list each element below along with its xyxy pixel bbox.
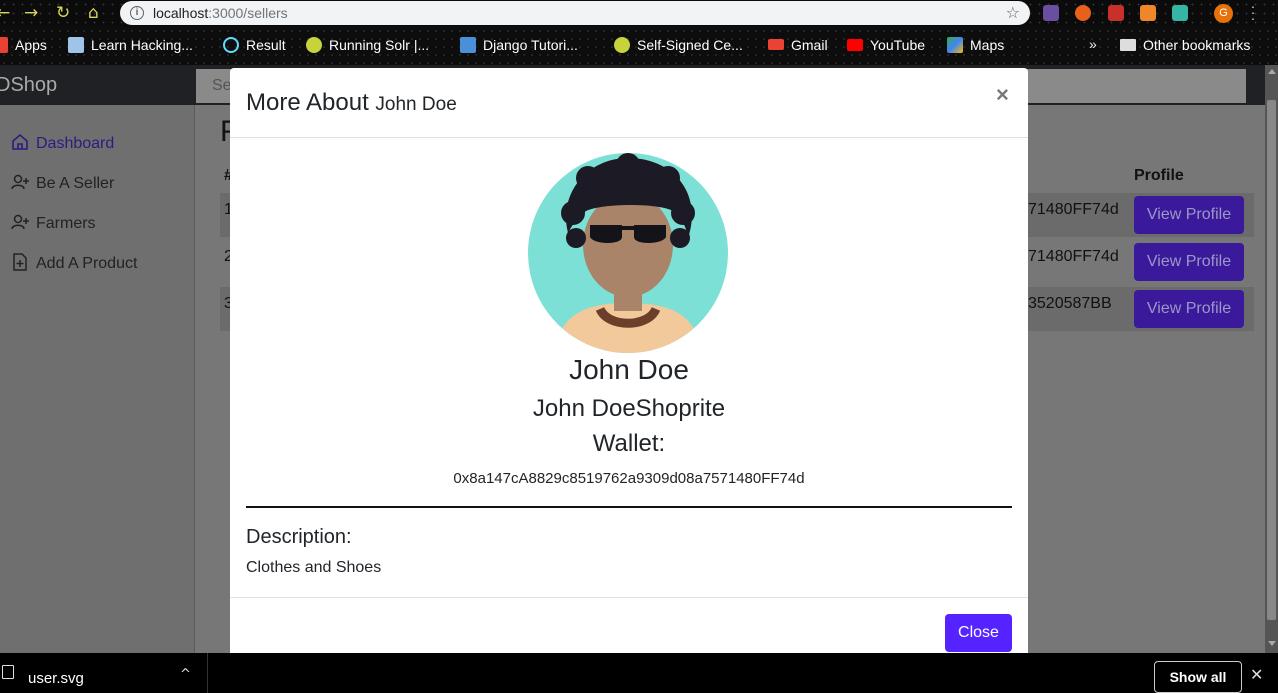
- chevron-up-icon[interactable]: ^: [180, 667, 191, 682]
- info-icon[interactable]: i: [130, 6, 144, 20]
- maps-icon: [947, 37, 963, 53]
- bookmark-running-solr[interactable]: Running Solr |...: [306, 37, 429, 53]
- scroll-up-arrow[interactable]: [1268, 69, 1276, 74]
- page-scrollbar[interactable]: [1265, 65, 1278, 653]
- download-filename: user.svg: [28, 670, 84, 687]
- folder-icon: [1120, 39, 1136, 51]
- profile-avatar[interactable]: G: [1214, 4, 1233, 23]
- browser-toolbar: ← → ↻ ⌂ i localhost:3000/sellers ☆ G · · ·: [0, 0, 1278, 27]
- sidebar-item-label: Be A Seller: [36, 175, 115, 192]
- scrollbar-thumb[interactable]: [1267, 100, 1276, 620]
- extension-icon[interactable]: [1108, 5, 1124, 21]
- view-profile-button[interactable]: View Profile: [1134, 196, 1244, 234]
- gmail-icon: [768, 39, 784, 50]
- bookmark-gmail[interactable]: Gmail: [768, 37, 828, 53]
- bookmark-youtube[interactable]: YouTube: [847, 37, 925, 53]
- react-icon: [223, 37, 239, 53]
- show-all-button[interactable]: Show all: [1154, 661, 1242, 693]
- globe-icon: [306, 37, 322, 53]
- bookmark-self-signed[interactable]: Self-Signed Ce...: [614, 37, 743, 53]
- url-text: localhost:3000/sellers: [153, 5, 288, 21]
- file-icon: [2, 665, 14, 679]
- youtube-icon: [847, 39, 863, 51]
- forward-button[interactable]: →: [24, 4, 38, 22]
- avatar: [528, 153, 728, 353]
- wallet-label: Wallet:: [592, 430, 666, 457]
- wallet-address: 0x8a147cA8829c8519762a9309d08a7571480FF7…: [453, 470, 805, 487]
- bookmarks-overflow-chevron[interactable]: »: [1089, 36, 1097, 52]
- bookmark-maps[interactable]: Maps: [947, 37, 1004, 53]
- back-button[interactable]: ←: [0, 4, 10, 22]
- user-plus-icon: [11, 174, 29, 190]
- reload-button[interactable]: ↻: [56, 4, 70, 22]
- sidebar-item-label: Add A Product: [36, 255, 138, 272]
- bookmarks-bar: Apps Learn Hacking... Result Running Sol…: [0, 27, 1278, 65]
- bookmark-apps[interactable]: Apps: [0, 37, 47, 53]
- shop-name: John DoeShoprite: [532, 395, 726, 422]
- row-wallet: 3520587BB: [1028, 295, 1112, 312]
- sidebar-item-farmers[interactable]: Farmers: [10, 212, 96, 236]
- page-icon: [68, 37, 84, 53]
- bookmark-star-icon[interactable]: ☆: [1006, 3, 1020, 22]
- view-profile-button[interactable]: View Profile: [1134, 290, 1244, 328]
- globe-icon: [614, 37, 630, 53]
- bookmark-django[interactable]: Django Tutori...: [460, 37, 578, 53]
- address-bar[interactable]: i localhost:3000/sellers ☆: [120, 1, 1030, 25]
- table-header-profile: Profile: [1134, 167, 1184, 184]
- sidebar-item-label: Farmers: [36, 215, 96, 232]
- sidebar-item-dashboard[interactable]: Dashboard: [10, 132, 114, 156]
- view-profile-button[interactable]: View Profile: [1134, 243, 1244, 281]
- metamask-extension-icon[interactable]: [1140, 5, 1156, 21]
- bookmark-result[interactable]: Result: [223, 37, 286, 53]
- sidebar: Dashboard Be A Seller Farmers Add A Prod…: [0, 105, 195, 653]
- modal-footer-divider: [230, 597, 1028, 598]
- seller-profile-modal: More About John Doe × John Doe John DoeS…: [230, 68, 1028, 668]
- github-extension-icon[interactable]: [1043, 5, 1059, 21]
- app-brand[interactable]: DShop: [0, 74, 57, 97]
- scroll-down-arrow[interactable]: [1268, 641, 1276, 646]
- divider: [246, 506, 1012, 508]
- sidebar-item-add-a-product[interactable]: Add A Product: [10, 252, 137, 276]
- other-bookmarks[interactable]: Other bookmarks: [1120, 37, 1250, 53]
- file-plus-icon: [13, 253, 27, 271]
- sidebar-item-be-a-seller[interactable]: Be A Seller: [10, 172, 114, 196]
- modal-title-name: John Doe: [375, 94, 457, 115]
- sidebar-item-label: Dashboard: [36, 135, 115, 152]
- close-icon[interactable]: ×: [996, 82, 1009, 108]
- modal-title-prefix: More About: [246, 89, 369, 116]
- description-text: Clothes and Shoes: [246, 559, 382, 576]
- bookmark-learn-hacking[interactable]: Learn Hacking...: [68, 37, 193, 53]
- extension-icon[interactable]: [1172, 5, 1188, 21]
- modal-title: More About John Doe: [246, 89, 457, 117]
- close-icon[interactable]: ✕: [1250, 665, 1263, 684]
- row-wallet: 71480FF74d: [1028, 248, 1119, 265]
- download-item[interactable]: user.svg ^: [0, 653, 208, 693]
- user-plus-icon: [11, 214, 29, 230]
- apps-grid-icon: [0, 37, 8, 53]
- home-button[interactable]: ⌂: [88, 4, 99, 22]
- modal-header: More About John Doe ×: [230, 68, 1028, 138]
- seller-name: John Doe: [569, 354, 689, 385]
- description-label: Description:: [246, 526, 352, 548]
- close-button[interactable]: Close: [945, 614, 1012, 652]
- extension-icon[interactable]: [1075, 5, 1091, 21]
- download-bar: user.svg ^ Show all ✕: [0, 653, 1278, 693]
- row-wallet: 71480FF74d: [1028, 201, 1119, 218]
- django-icon: [460, 37, 476, 53]
- menu-icon[interactable]: · · ·: [1250, 0, 1256, 25]
- search-placeholder: Se: [212, 77, 232, 94]
- home-icon: [12, 133, 28, 150]
